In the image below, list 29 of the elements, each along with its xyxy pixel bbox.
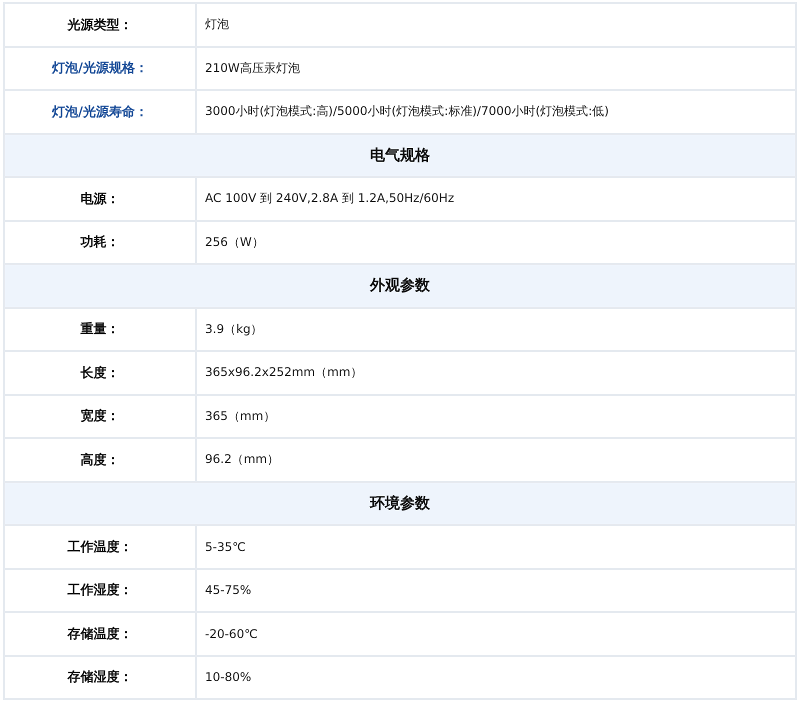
spec-label: 存储湿度：	[68, 670, 132, 686]
spec-label: 存储温度：	[68, 626, 132, 642]
section-heading: 外观参数	[4, 264, 796, 308]
spec-label: 工作湿度：	[68, 583, 132, 598]
spec-label: 功耗：	[80, 235, 120, 250]
spec-label: 工作温度：	[68, 540, 132, 555]
spec-label: 高度：	[80, 452, 120, 468]
spec-label: 长度：	[80, 366, 120, 381]
spec-value: 3.9（kg）	[205, 322, 263, 336]
section-heading: 环境参数	[4, 482, 796, 525]
spec-label: 光源类型：	[68, 18, 132, 33]
spec-value: 210W高压汞灯泡	[205, 60, 300, 75]
spec-label-link[interactable]: 灯泡/光源寿命：	[52, 104, 148, 120]
spec-value: 5-35℃	[205, 540, 246, 554]
spec-label: 宽度：	[80, 409, 120, 424]
spec-label-link[interactable]: 灯泡/光源规格：	[52, 61, 148, 76]
spec-value: AC 100V 到 240V,2.8A 到 1.2A,50Hz/60Hz	[205, 191, 454, 206]
spec-value: 10-80%	[205, 670, 252, 684]
spec-value: -20-60℃	[205, 626, 258, 641]
spec-label: 重量：	[80, 322, 120, 338]
spec-value: 256（W）	[205, 234, 264, 249]
spec-value: 365（mm）	[205, 408, 276, 423]
spec-value: 灯泡	[205, 17, 229, 32]
spec-value: 3000小时(灯泡模式:高)/5000小时(灯泡模式:标准)/7000小时(灯泡模式:低)	[205, 104, 609, 118]
spec-label: 电源：	[80, 192, 120, 207]
spec-value: 96.2（mm）	[205, 452, 280, 466]
section-heading: 电气规格	[4, 134, 796, 177]
spec-value: 365x96.2x252mm（mm）	[205, 365, 362, 380]
spec-value: 45-75%	[205, 583, 252, 598]
